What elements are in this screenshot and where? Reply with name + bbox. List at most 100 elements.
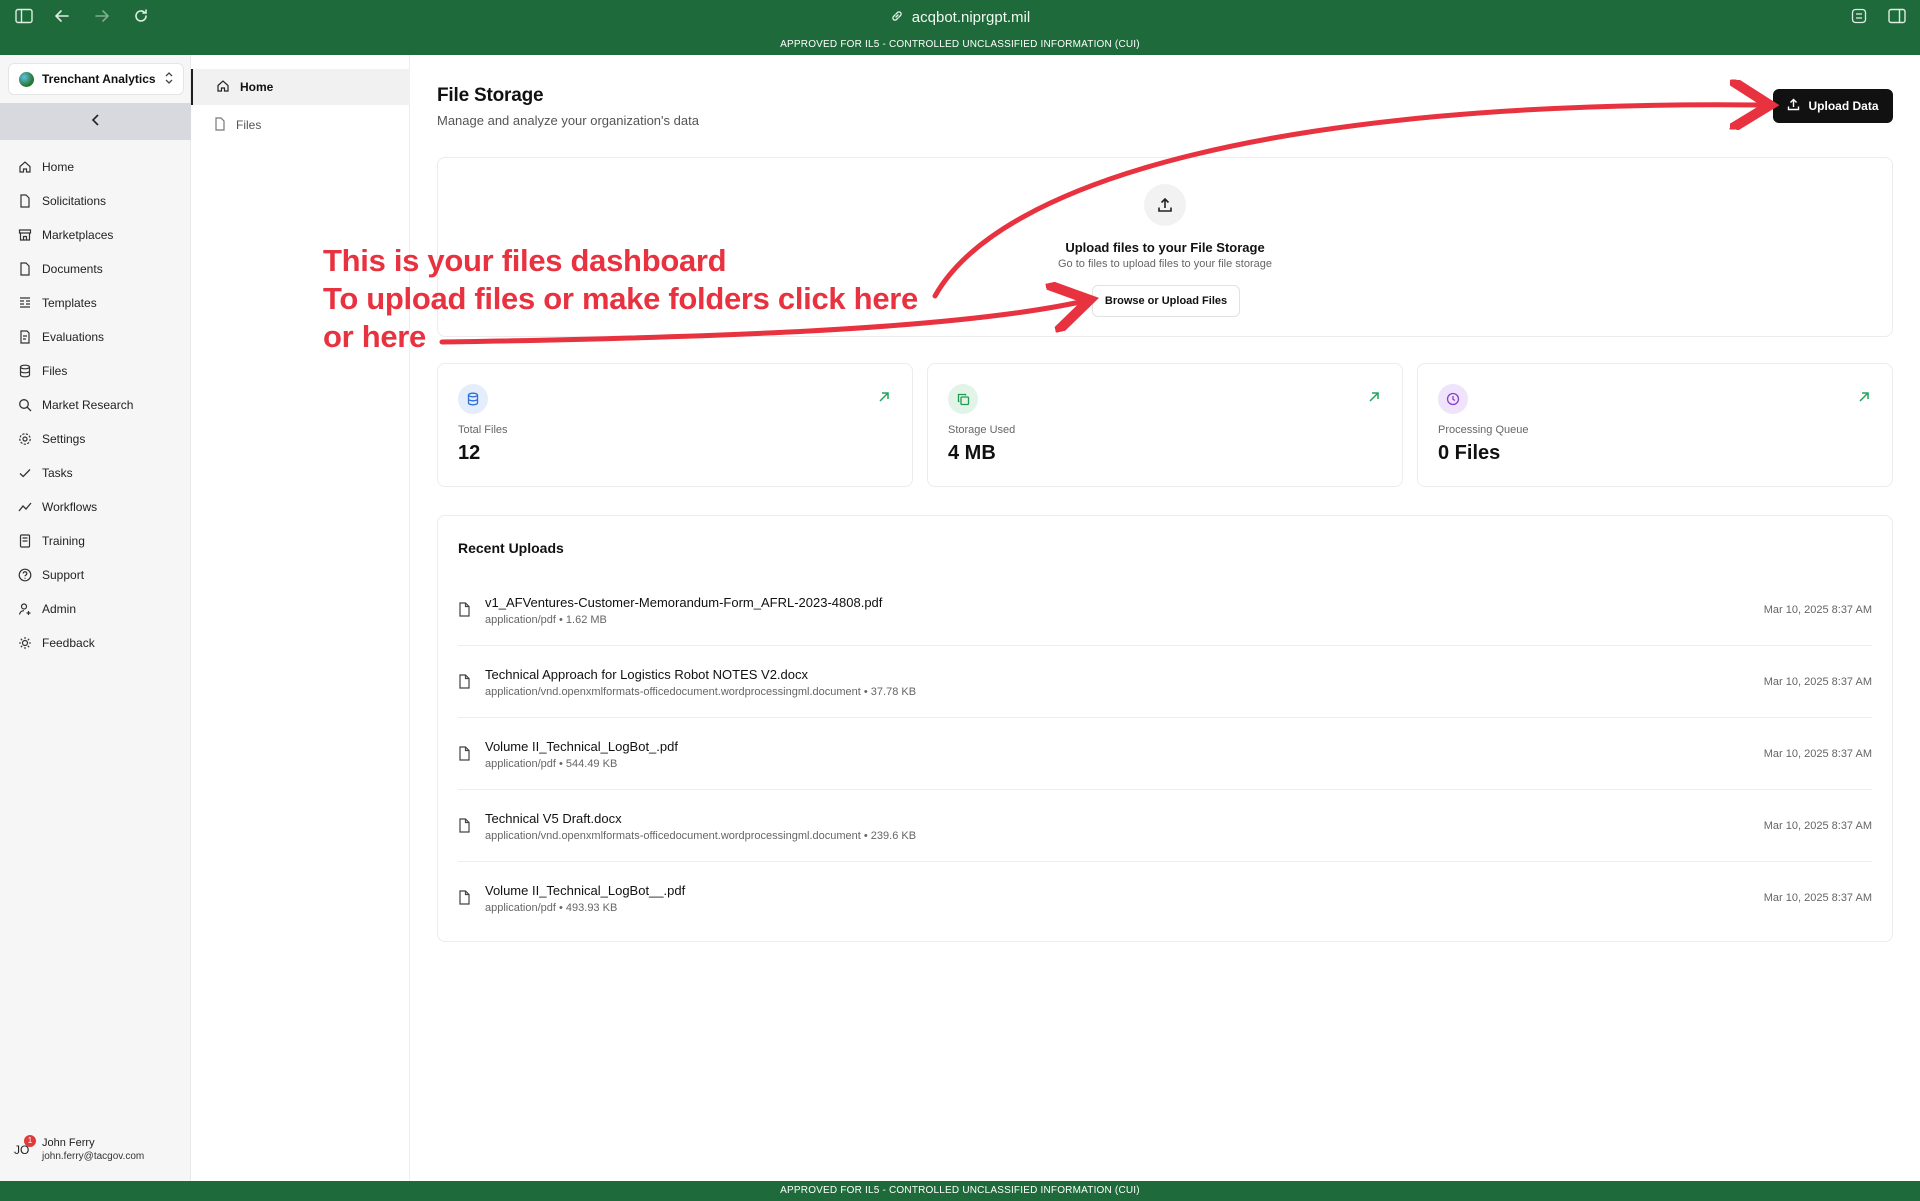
subnav-item-label: Files	[236, 118, 262, 132]
upload-data-label: Upload Data	[1808, 99, 1879, 113]
document-icon	[18, 262, 32, 276]
sidebar-item-templates[interactable]: Templates	[0, 286, 191, 320]
list-item[interactable]: Volume II_Technical_LogBot_.pdf applicat…	[458, 718, 1872, 790]
url-text: acqbot.niprgpt.mil	[911, 9, 1031, 26]
check-icon	[18, 466, 32, 480]
store-icon	[18, 228, 32, 242]
file-meta: application/pdf • 544.49 KB	[485, 758, 618, 770]
secondary-nav: Home Files	[191, 55, 410, 1181]
file-icon	[214, 116, 226, 134]
search-icon	[18, 398, 32, 412]
address-bar[interactable]: acqbot.niprgpt.mil	[0, 0, 1920, 35]
file-name: v1_AFVentures-Customer-Memorandum-Form_A…	[485, 595, 883, 610]
file-meta: application/vnd.openxmlformats-officedoc…	[485, 686, 917, 698]
browse-upload-button[interactable]: Browse or Upload Files	[1092, 285, 1240, 317]
avatar: JO 1	[14, 1135, 36, 1159]
sidebar-item-evaluations[interactable]: Evaluations	[0, 320, 191, 354]
recent-uploads-card: Recent Uploads v1_AFVentures-Customer-Me…	[437, 515, 1893, 942]
template-icon	[18, 296, 32, 310]
user-profile[interactable]: JO 1 John Ferry john.ferry@tacgov.com	[14, 1135, 145, 1162]
lightbulb-icon	[18, 636, 32, 650]
home-icon	[216, 79, 230, 96]
sidebar-item-label: Admin	[42, 602, 77, 616]
recent-uploads-title: Recent Uploads	[458, 540, 564, 556]
sidebar-item-feedback[interactable]: Feedback	[0, 626, 191, 660]
dropzone-subtitle: Go to files to upload files to your file…	[1057, 258, 1272, 270]
stat-label: Total Files	[458, 424, 508, 436]
page-title: File Storage	[437, 85, 544, 106]
sidebar-item-label: Market Research	[42, 398, 134, 412]
link-icon	[890, 9, 904, 27]
sidebar-item-home[interactable]: Home	[0, 150, 191, 184]
extension-icon[interactable]	[1849, 8, 1869, 28]
sidebar-item-label: Support	[42, 568, 85, 582]
dropzone-title: Upload files to your File Storage	[1065, 240, 1265, 255]
file-date: Mar 10, 2025 8:37 AM	[1763, 820, 1872, 832]
file-date: Mar 10, 2025 8:37 AM	[1763, 892, 1872, 904]
list-item[interactable]: Technical V5 Draft.docx application/vnd.…	[458, 790, 1872, 862]
sidebar-item-market-research[interactable]: Market Research	[0, 388, 191, 422]
sidebar-item-label: Settings	[42, 432, 86, 446]
copy-icon	[948, 384, 978, 414]
upload-data-button[interactable]: Upload Data	[1773, 89, 1893, 123]
sidebar-item-training[interactable]: Training	[0, 524, 191, 558]
subnav-item-files[interactable]: Files	[191, 107, 410, 143]
sidebar-item-label: Home	[42, 160, 75, 174]
sidebar-collapse-button[interactable]	[0, 103, 191, 140]
sidebar-item-tasks[interactable]: Tasks	[0, 456, 191, 490]
file-icon	[18, 194, 32, 208]
sidebar-item-workflows[interactable]: Workflows	[0, 490, 191, 524]
chevron-left-icon	[91, 113, 101, 131]
file-date: Mar 10, 2025 8:37 AM	[1763, 604, 1872, 616]
sidebar-item-support[interactable]: Support	[0, 558, 191, 592]
sidebar-item-label: Files	[42, 364, 68, 378]
stat-value: 12	[458, 442, 481, 464]
file-icon	[458, 602, 472, 618]
stat-card-storage-used[interactable]: Storage Used 4 MB	[927, 363, 1403, 487]
browser-toolbar: acqbot.niprgpt.mil	[0, 0, 1920, 35]
sidebar-item-settings[interactable]: Settings	[0, 422, 191, 456]
upload-icon	[1787, 98, 1800, 114]
subnav-item-home[interactable]: Home	[191, 69, 410, 105]
sidebar-item-marketplaces[interactable]: Marketplaces	[0, 218, 191, 252]
sidebar-item-label: Evaluations	[42, 330, 105, 344]
chevron-up-down-icon	[165, 71, 173, 87]
file-icon	[458, 818, 472, 834]
file-name: Volume II_Technical_LogBot_.pdf	[485, 739, 678, 754]
sidebar-nav: Home Solicitations Marketplaces Document…	[0, 150, 191, 660]
stat-card-total-files[interactable]: Total Files 12	[437, 363, 913, 487]
upload-dropzone[interactable]: Upload files to your File Storage Go to …	[437, 157, 1893, 337]
arrow-up-right-icon	[1858, 390, 1870, 406]
stat-value: 4 MB	[948, 442, 996, 464]
upload-icon	[1144, 184, 1186, 226]
sidebar-item-files[interactable]: Files	[0, 354, 191, 388]
classification-banner-top: APPROVED FOR IL5 - CONTROLLED UNCLASSIFI…	[0, 35, 1920, 55]
list-item[interactable]: Technical Approach for Logistics Robot N…	[458, 646, 1872, 718]
file-icon	[458, 674, 472, 690]
sidebar-item-label: Training	[42, 534, 85, 548]
list-item[interactable]: Volume II_Technical_LogBot__.pdf applica…	[458, 862, 1872, 934]
stat-label: Storage Used	[948, 424, 1016, 436]
file-name: Technical Approach for Logistics Robot N…	[485, 667, 808, 682]
sidebar: Trenchant Analytics Home Solicitations M…	[0, 55, 191, 1181]
org-selector[interactable]: Trenchant Analytics	[8, 63, 184, 95]
file-name: Volume II_Technical_LogBot__.pdf	[485, 883, 686, 898]
sidebar-item-label: Marketplaces	[42, 228, 114, 242]
sidebar-item-label: Feedback	[42, 636, 95, 650]
database-icon	[18, 364, 32, 378]
org-name: Trenchant Analytics	[42, 72, 156, 86]
split-view-icon[interactable]	[1887, 8, 1907, 28]
arrow-up-right-icon	[878, 390, 890, 406]
sidebar-item-documents[interactable]: Documents	[0, 252, 191, 286]
help-icon	[18, 568, 32, 582]
sidebar-item-admin[interactable]: Admin	[0, 592, 191, 626]
user-email: john.ferry@tacgov.com	[42, 1151, 145, 1162]
trend-icon	[18, 500, 32, 514]
list-item[interactable]: v1_AFVentures-Customer-Memorandum-Form_A…	[458, 574, 1872, 646]
subnav-item-label: Home	[240, 80, 274, 94]
sidebar-item-solicitations[interactable]: Solicitations	[0, 184, 191, 218]
stat-card-processing-queue[interactable]: Processing Queue 0 Files	[1417, 363, 1893, 487]
user-name: John Ferry	[42, 1137, 95, 1149]
sidebar-item-label: Solicitations	[42, 194, 107, 208]
arrow-up-right-icon	[1368, 390, 1380, 406]
